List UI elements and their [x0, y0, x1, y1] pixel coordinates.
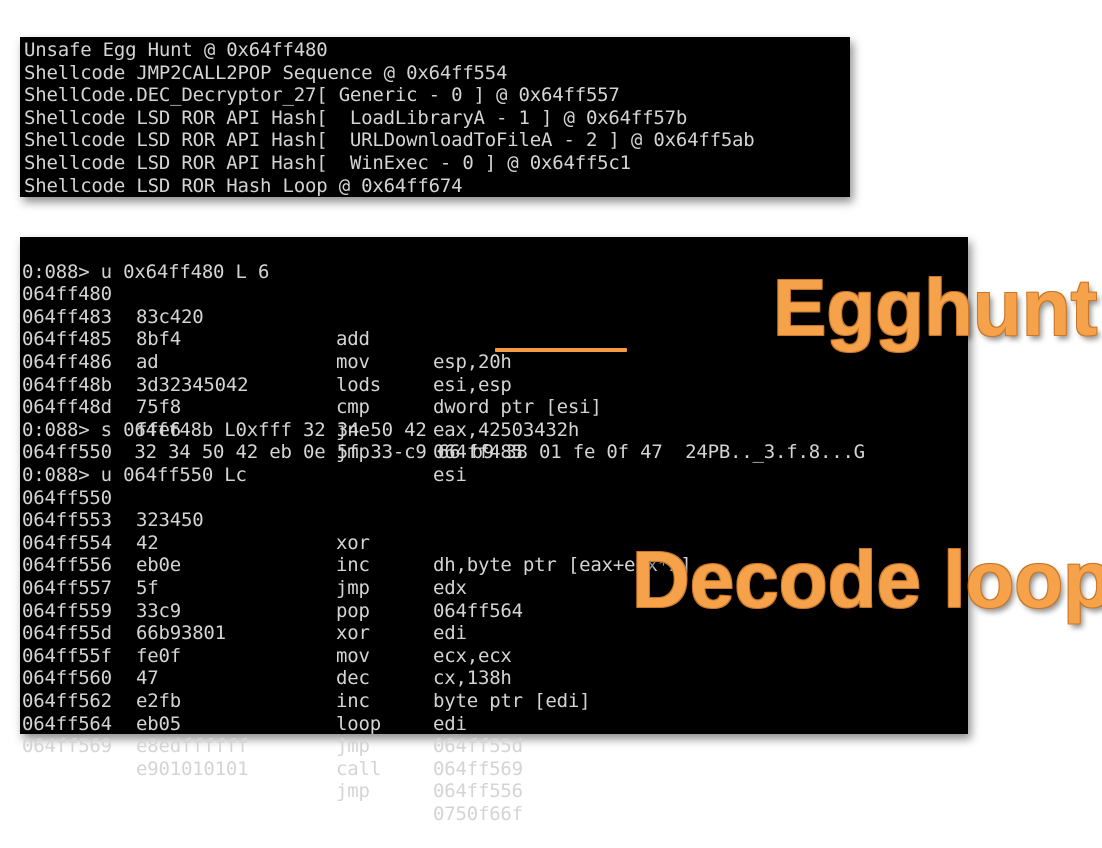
memory-search-result: 064ff550 32 34 50 42 eb 0e 5f 33-c9 66 b… [21, 419, 865, 463]
detection-line: Shellcode JMP2CALL2POP Sequence @ 0x64ff… [24, 61, 508, 84]
search-result-text: 064ff550 32 34 50 42 eb 0e 5f 33-c9 66 b… [22, 441, 865, 464]
opcode-bytes: 5f [136, 576, 159, 599]
opcode-bytes: eb0e [136, 554, 181, 577]
disasm-row: 064ff569 e901010101 jmp 0750f66f [21, 713, 523, 825]
debugger-command: 0:088> s 064ff48b L0xfff 32 34 50 42 [21, 396, 427, 441]
mnemonic: xor [336, 531, 370, 554]
opcode-bytes: 3d32345042 [136, 373, 249, 396]
operands: 064ff55d [433, 735, 523, 758]
command-text: 0:088> s 064ff48b L0xfff 32 34 50 42 [22, 418, 427, 441]
opcode-bytes: fe0f [136, 644, 181, 667]
disasm-row: 064ff48d ffe6 jmp esi [21, 374, 467, 486]
disasm-row: 064ff562 eb05 jmp 064ff569 [21, 667, 523, 780]
disasm-row: 064ff55f 47 inc edi [21, 622, 467, 735]
detection-line: Unsafe Egg Hunt @ 0x64ff480 [24, 39, 328, 61]
opcode-bytes: 66b93801 [136, 622, 226, 645]
mnemonic: mov [336, 644, 370, 667]
operands: esi [433, 463, 467, 486]
opcode-bytes: 33c9 [136, 599, 181, 622]
disasm-row: 064ff55d fe0f dec byte ptr [edi] [21, 600, 591, 712]
detection-line: Shellcode LSD ROR API Hash[ LoadLibraryA… [24, 106, 688, 129]
mnemonic: pop [336, 599, 370, 622]
mnemonic: xor [336, 622, 370, 645]
operands: edi [433, 622, 467, 645]
disasm-row: 064ff485 ad lods dword ptr [esi] [21, 306, 602, 418]
mnemonic: cmp [336, 396, 370, 419]
opcode-bytes: 47 [136, 667, 159, 690]
disasm-row: 064ff550 323450 xor dh,byte ptr [eax+edx… [21, 464, 692, 577]
operands: esi,esp [433, 373, 512, 396]
address: 064ff569 [22, 735, 112, 758]
disasm-row: 064ff559 66b93801 mov cx,138h [21, 577, 512, 690]
egghunt-annotation: Egghunt [773, 263, 1098, 352]
operands: byte ptr [edi] [433, 689, 591, 712]
disasm-row: 064ff483 8bf4 mov esi,esp [21, 283, 512, 396]
mnemonic: jmp [336, 735, 370, 758]
mnemonic: call [336, 757, 381, 780]
disasm-row: 064ff480 83c420 add esp,20h [21, 261, 512, 373]
disasm-row: 064ff560 e2fb loop 064ff55d [21, 645, 523, 757]
mnemonic: dec [336, 667, 370, 690]
opcode-bytes: 323450 [136, 509, 204, 532]
mnemonic: jmp [336, 576, 370, 599]
mnemonic: lods [336, 373, 381, 396]
operands: edi [433, 712, 467, 735]
opcode-bytes: 75f8 [136, 396, 181, 419]
egg-tag-operand: eax,42503432h [433, 418, 580, 441]
mnemonic: inc [336, 554, 370, 577]
opcode-bytes: eb05 [136, 712, 181, 735]
operands: ecx,ecx [433, 644, 512, 667]
mnemonic: loop [336, 712, 381, 735]
detection-line: Shellcode LSD ROR Hash Loop @ 0x64ff674 [24, 174, 463, 197]
detection-line: Shellcode LSD ROR API Hash[ URLDownloadT… [24, 129, 755, 152]
detection-line: ShellCode.DEC_Decryptor_27[ Generic - 0 … [24, 84, 620, 107]
opcode-bytes: e901010101 [136, 757, 249, 780]
opcode-bytes: e2fb [136, 689, 181, 712]
opcode-bytes: 8bf4 [136, 328, 181, 351]
opcode-bytes: e8edffffff [136, 735, 249, 758]
debugger-command: 0:088> u 064ff550 Lc [21, 441, 247, 486]
disasm-row: 064ff48b 75f8 jne 064ff485 [21, 351, 523, 464]
operands: esp,20h [433, 350, 512, 373]
detection-line: Shellcode LSD ROR API Hash[ WinExec - 0 … [24, 152, 631, 174]
operands: cx,138h [433, 667, 512, 690]
opcode-bytes: 83c420 [136, 305, 204, 328]
operands: dword ptr [esi] [433, 396, 602, 419]
disasm-row: 064ff553 42 inc edx [21, 487, 467, 599]
opcode-bytes: 42 [136, 531, 159, 554]
mnemonic: inc [336, 689, 370, 712]
opcode-bytes: ad [136, 350, 159, 373]
mnemonic: jmp [336, 780, 370, 803]
disasm-row: 064ff554 eb0e jmp 064ff564 [21, 509, 523, 622]
operands: 064ff564 [433, 599, 523, 622]
debugger-command: 0:088> u 0x64ff480 L 6 [21, 238, 269, 283]
disasm-row: 064ff564 e8edffffff call 064ff556 [21, 690, 523, 803]
egg-tag-underline [495, 348, 627, 352]
detection-output-console: Unsafe Egg Hunt @ 0x64ff480 Shellcode JM… [20, 37, 850, 197]
mnemonic: add [336, 328, 370, 351]
disasm-row: 064ff557 33c9 xor ecx,ecx [21, 554, 512, 667]
operands: 064ff569 [433, 757, 523, 780]
operands: edx [433, 576, 467, 599]
mnemonic: mov [336, 350, 370, 373]
decode-loop-annotation: Decode loop [632, 535, 1102, 624]
operands: 064ff556 [433, 780, 523, 803]
operands: 0750f66f [433, 802, 523, 825]
disasm-row: 064ff556 5f pop edi [21, 532, 467, 644]
disasm-row: 064ff486 3d32345042 cmp eax,42503432h [21, 328, 579, 441]
